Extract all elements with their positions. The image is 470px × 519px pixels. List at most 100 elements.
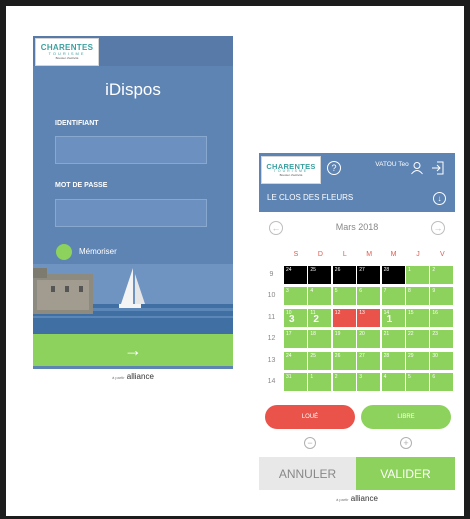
day-cell[interactable]: 24 — [284, 351, 307, 370]
day-cell[interactable]: 5 — [406, 373, 429, 391]
day-number: 26 — [334, 352, 341, 359]
day-number: 22 — [408, 331, 414, 338]
day-cell[interactable]: 26 — [332, 351, 356, 370]
day-cell[interactable]: 2 — [332, 373, 356, 391]
day-number: 20 — [359, 331, 365, 338]
day-cell[interactable]: 1 — [406, 266, 429, 284]
day-cell[interactable]: 12 — [332, 308, 356, 327]
chevron-down-icon[interactable]: ↓ — [433, 192, 446, 205]
day-number: 1 — [408, 267, 411, 273]
charentes-tourisme-logo: CHARENTES TOURISME Booster d'activité — [35, 38, 99, 66]
logo-line-3: Booster d'activité — [55, 55, 79, 60]
charentes-tourisme-logo: CHARENTES TOURISME Booster d'activité — [261, 156, 321, 184]
day-cell: 27 — [357, 266, 381, 284]
day-cell[interactable]: 31 — [284, 373, 307, 391]
day-cell[interactable]: 3 — [357, 373, 381, 391]
day-cell[interactable]: 7 — [381, 287, 405, 306]
day-number: 26 — [334, 267, 341, 273]
remember-label: Mémoriser — [79, 247, 117, 256]
login-submit-button[interactable]: → — [33, 334, 233, 366]
logo-line-3: Booster d'activité — [279, 173, 303, 178]
identifier-field[interactable] — [55, 136, 207, 164]
password-label: MOT DE PASSE — [55, 182, 108, 189]
alliance-footer: à partir alliance — [33, 369, 233, 384]
day-cell[interactable]: 1 — [308, 373, 332, 391]
day-number: 21 — [383, 331, 390, 338]
day-cell[interactable]: 5 — [332, 287, 356, 306]
day-number: 25 — [310, 267, 316, 273]
day-cell[interactable]: 6 — [430, 373, 454, 391]
day-cell[interactable]: 22 — [406, 330, 429, 349]
next-month-icon[interactable]: → — [431, 221, 445, 235]
day-number: 30 — [432, 352, 438, 359]
remember-toggle[interactable] — [56, 244, 72, 260]
free-legend-button[interactable]: LIBRE — [361, 405, 451, 429]
weekday-header: L — [342, 251, 347, 258]
day-number: 3 — [286, 288, 289, 295]
user-icon[interactable] — [410, 161, 424, 175]
day-cell: 26 — [332, 266, 356, 284]
stay-count-label: 3 — [289, 313, 295, 325]
day-cell[interactable]: 9 — [430, 287, 454, 306]
plus-icon[interactable]: + — [400, 437, 412, 449]
day-cell[interactable]: 15 — [406, 308, 429, 327]
day-cell[interactable]: 23 — [430, 330, 454, 349]
day-cell[interactable]: 16 — [430, 308, 454, 327]
day-cell[interactable]: 4 — [308, 287, 332, 306]
day-number: 6 — [432, 374, 436, 380]
stay-count-label: 1 — [386, 313, 393, 325]
day-number: 1 — [310, 374, 314, 380]
day-cell[interactable]: 28 — [381, 351, 405, 370]
password-field[interactable] — [55, 199, 207, 227]
day-number: 4 — [310, 288, 314, 295]
day-number: 19 — [334, 331, 341, 338]
day-cell[interactable]: 25 — [308, 351, 332, 370]
day-number: 6 — [359, 288, 362, 295]
day-number: 29 — [408, 352, 414, 359]
day-cell[interactable]: 29 — [406, 351, 429, 370]
day-cell[interactable]: 30 — [430, 351, 454, 370]
day-cell[interactable]: 19 — [332, 330, 356, 349]
day-cell[interactable]: 13 — [357, 308, 381, 327]
logout-icon[interactable] — [431, 161, 445, 175]
day-cell[interactable]: 3 — [284, 287, 307, 306]
day-number: 3 — [359, 374, 362, 380]
day-number: 2 — [334, 374, 338, 380]
day-cell[interactable]: 11 2 — [308, 308, 332, 327]
day-number: 31 — [286, 374, 292, 380]
help-icon[interactable]: ? — [327, 161, 341, 175]
day-cell: 25 — [308, 266, 332, 284]
day-number: 23 — [432, 331, 438, 338]
day-cell[interactable]: 20 — [357, 330, 381, 349]
app-title: iDispos — [105, 80, 161, 99]
availability-screen: CHARENTES TOURISME Booster d'activité ? … — [259, 153, 455, 508]
day-cell[interactable]: 21 — [381, 330, 405, 349]
weekday-header: S — [293, 251, 299, 258]
day-number: 27 — [359, 352, 365, 359]
weekday-header: J — [416, 251, 420, 258]
day-cell[interactable]: 14 1 — [381, 308, 405, 327]
day-cell[interactable]: 27 — [357, 351, 381, 370]
day-number: 24 — [286, 267, 292, 273]
booked-legend-button[interactable]: LOUÉ — [265, 405, 355, 429]
minus-icon[interactable]: − — [304, 437, 316, 449]
lodging-name: LE CLOS DES FLEURS — [267, 193, 354, 202]
user-name: VATOU Teo — [375, 161, 409, 168]
week-number: 11 — [267, 313, 276, 321]
lodging-selector[interactable]: LE CLOS DES FLEURS ↓ — [259, 185, 455, 212]
day-number: 25 — [310, 352, 316, 359]
day-cell[interactable]: 17 — [284, 330, 307, 349]
footer-prefix: à partir — [112, 375, 125, 380]
validate-button[interactable]: VALIDER — [356, 457, 455, 490]
day-cell[interactable]: 8 — [406, 287, 429, 306]
day-cell[interactable]: 4 — [381, 373, 405, 391]
day-cell[interactable]: 6 — [357, 287, 381, 306]
arrow-right-icon: → — [124, 339, 142, 360]
day-number: 18 — [310, 331, 316, 338]
day-number: 15 — [408, 309, 414, 316]
day-cell[interactable]: 10 3 — [284, 308, 307, 327]
cancel-button[interactable]: ANNULER — [259, 457, 356, 490]
day-number: 28 — [383, 267, 390, 273]
day-cell[interactable]: 2 — [430, 266, 454, 284]
day-cell[interactable]: 18 — [308, 330, 332, 349]
